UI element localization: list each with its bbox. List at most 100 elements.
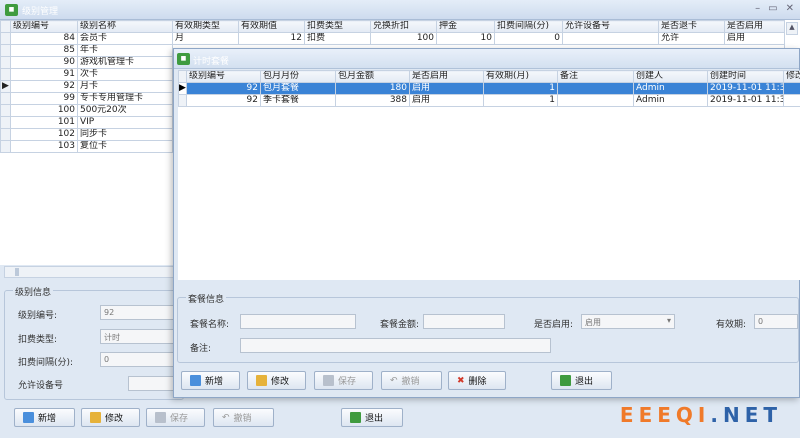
column-header[interactable]: 修改 <box>783 70 800 83</box>
cell-amount[interactable]: 388 <box>335 94 410 107</box>
column-header[interactable]: 扣费类型 <box>304 20 371 33</box>
edit-button[interactable]: 修改 <box>81 408 140 427</box>
package-amount-field[interactable] <box>423 314 505 329</box>
cell-created[interactable]: 2019-11-01 11:32 <box>707 94 784 107</box>
table-row[interactable]: 84 会员卡 月 12 扣费 100 10 0 允许 启用 <box>0 32 785 45</box>
cell-level-id[interactable]: 99 <box>10 92 78 105</box>
package-dialog-titlebar[interactable]: ■ 计时套餐 <box>174 49 799 69</box>
row-selector[interactable] <box>0 116 11 129</box>
cell-level[interactable]: 92 <box>186 82 261 95</box>
cell-note[interactable] <box>557 94 634 107</box>
cell-level-id[interactable]: 92 <box>10 80 78 93</box>
cell-level-name[interactable]: 500元20次 <box>77 104 173 117</box>
cell-level-name[interactable]: 复位卡 <box>77 140 173 153</box>
dialog-delete-button[interactable]: ✖ 删除 <box>448 371 506 390</box>
column-header[interactable]: 是否退卡 <box>658 20 725 33</box>
column-header[interactable]: 押金 <box>436 20 495 33</box>
package-dialog[interactable]: ■ 计时套餐 级别编号 包月月份 包月金额 是否启用 有效期(月) 备注 创建人… <box>173 48 800 398</box>
save-button[interactable]: 保存 <box>146 408 205 427</box>
cell-package-name[interactable]: 季卡套餐 <box>260 94 336 107</box>
cell-level-id[interactable]: 91 <box>10 68 78 81</box>
cell-level-name[interactable]: 同步卡 <box>77 128 173 141</box>
current-row-indicator[interactable]: ▶ <box>178 82 187 95</box>
scroll-up-button[interactable]: ▲ <box>786 22 798 35</box>
table-row[interactable]: ▶ 92 包月套餐 180 启用 1 Admin 2019-11-01 11:3… <box>178 82 800 95</box>
close-button[interactable]: ✕ <box>786 3 794 14</box>
cell-level-id[interactable]: 85 <box>10 44 78 57</box>
package-enabled-select[interactable]: 启用 ▾ <box>581 314 675 329</box>
maximize-button[interactable]: ▭ <box>768 3 777 14</box>
row-selector[interactable] <box>0 56 11 69</box>
dialog-save-button[interactable]: 保存 <box>314 371 373 390</box>
column-header[interactable]: 级别编号 <box>186 70 261 83</box>
column-header[interactable]: 允许设备号 <box>562 20 659 33</box>
cell-created[interactable]: 2019-11-01 11:31 <box>707 82 784 95</box>
cell-level-name[interactable]: 年卡 <box>77 44 173 57</box>
cell-period-value[interactable]: 12 <box>238 32 305 45</box>
cell-level-name[interactable]: 游戏机管理卡 <box>77 56 173 69</box>
cell-level-id[interactable]: 84 <box>10 32 78 45</box>
cell-deposit[interactable]: 10 <box>436 32 495 45</box>
device-field[interactable] <box>128 376 175 391</box>
row-selector[interactable] <box>0 44 11 57</box>
cell-enabled[interactable]: 启用 <box>409 94 484 107</box>
interval-field[interactable]: 0 <box>100 352 175 367</box>
row-selector[interactable] <box>0 68 11 81</box>
column-header[interactable]: 创建时间 <box>707 70 784 83</box>
cell-level-name[interactable]: 次卡 <box>77 68 173 81</box>
column-header[interactable]: 有效期类型 <box>172 20 239 33</box>
column-header[interactable]: 备注 <box>557 70 634 83</box>
column-header[interactable]: 是否启用 <box>409 70 484 83</box>
package-name-field[interactable] <box>240 314 356 329</box>
cell-creator[interactable]: Admin <box>633 82 708 95</box>
cell-months[interactable]: 1 <box>483 82 558 95</box>
row-selector[interactable] <box>0 104 11 117</box>
cell-level-id[interactable]: 101 <box>10 116 78 129</box>
cell-device[interactable] <box>562 32 659 45</box>
cell-refund[interactable]: 允许 <box>658 32 725 45</box>
cell-level-id[interactable]: 102 <box>10 128 78 141</box>
cell-months[interactable]: 1 <box>483 94 558 107</box>
cell-fee-type[interactable]: 扣费 <box>304 32 371 45</box>
minimize-button[interactable]: – <box>755 3 760 14</box>
row-selector[interactable] <box>0 92 11 105</box>
cell-modified[interactable] <box>783 82 800 95</box>
exit-button[interactable]: 退出 <box>341 408 403 427</box>
cell-level-id[interactable]: 90 <box>10 56 78 69</box>
table-row[interactable]: 92 季卡套餐 388 启用 1 Admin 2019-11-01 11:32 <box>178 94 800 107</box>
dialog-add-button[interactable]: 新增 <box>181 371 240 390</box>
cell-enabled[interactable]: 启用 <box>409 82 484 95</box>
cell-discount[interactable]: 100 <box>370 32 437 45</box>
cell-modified[interactable] <box>783 94 800 107</box>
cell-level[interactable]: 92 <box>186 94 261 107</box>
cell-package-name[interactable]: 包月套餐 <box>260 82 336 95</box>
cell-note[interactable] <box>557 82 634 95</box>
cell-enabled[interactable]: 启用 <box>724 32 785 45</box>
column-header[interactable]: 兑换折扣 <box>370 20 437 33</box>
current-row-indicator[interactable]: ▶ <box>0 80 11 93</box>
row-selector[interactable] <box>0 32 11 45</box>
scrollbar-thumb[interactable] <box>15 268 19 276</box>
column-header[interactable]: 级别编号 <box>10 20 78 33</box>
column-header[interactable]: 包月月份 <box>260 70 336 83</box>
column-header[interactable]: 包月金额 <box>335 70 410 83</box>
column-header[interactable]: 有效期值 <box>238 20 305 33</box>
dialog-edit-button[interactable]: 修改 <box>247 371 306 390</box>
column-header[interactable]: 有效期(月) <box>483 70 558 83</box>
row-selector[interactable] <box>0 140 11 153</box>
cell-level-id[interactable]: 100 <box>10 104 78 117</box>
cancel-button[interactable]: ↶ 撤销 <box>213 408 274 427</box>
column-header[interactable]: 扣费间隔(分) <box>494 20 563 33</box>
row-selector[interactable] <box>178 94 187 107</box>
cell-level-name[interactable]: 月卡 <box>77 80 173 93</box>
row-selector[interactable] <box>0 128 11 141</box>
add-button[interactable]: 新增 <box>14 408 75 427</box>
cell-level-id[interactable]: 103 <box>10 140 78 153</box>
validity-field[interactable]: 0 <box>754 314 798 329</box>
dialog-cancel-button[interactable]: ↶ 撤销 <box>381 371 442 390</box>
column-header[interactable]: 创建人 <box>633 70 708 83</box>
cell-amount[interactable]: 180 <box>335 82 410 95</box>
cell-period-type[interactable]: 月 <box>172 32 239 45</box>
cell-interval[interactable]: 0 <box>494 32 563 45</box>
package-grid[interactable]: 级别编号 包月月份 包月金额 是否启用 有效期(月) 备注 创建人 创建时间 修… <box>178 70 800 280</box>
